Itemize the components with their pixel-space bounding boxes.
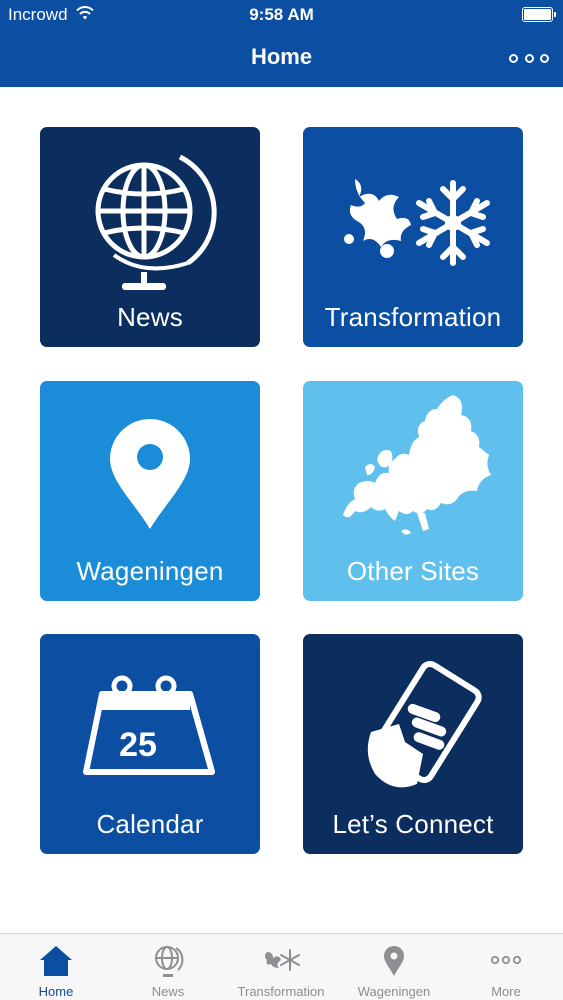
tab-more-label: More bbox=[491, 984, 521, 999]
europe-map-icon bbox=[343, 395, 491, 535]
phone-in-hand-icon bbox=[367, 660, 482, 788]
flourish-snowflake-icon bbox=[265, 949, 300, 971]
battery-icon bbox=[522, 7, 556, 22]
tile-other-sites[interactable]: Other Sites bbox=[303, 381, 523, 601]
map-pin-icon bbox=[384, 946, 404, 976]
tile-transformation-label: Transformation bbox=[324, 302, 502, 332]
tile-news[interactable]: News bbox=[40, 127, 260, 347]
nav-bar: Home bbox=[0, 30, 563, 87]
tab-transformation[interactable]: Transformation bbox=[225, 934, 337, 1000]
tile-wageningen-label: Wageningen bbox=[76, 556, 224, 586]
tile-calendar-label: Calendar bbox=[96, 809, 204, 839]
tile-other-sites-label: Other Sites bbox=[346, 556, 480, 586]
status-time: 9:58 AM bbox=[249, 5, 314, 24]
page-title: Home bbox=[250, 44, 313, 69]
globe-icon bbox=[155, 946, 184, 977]
tile-transformation[interactable]: Transformation bbox=[303, 127, 523, 347]
tile-news-label: News bbox=[117, 302, 183, 332]
calendar-icon: 25 bbox=[83, 675, 215, 775]
more-dots-icon bbox=[490, 955, 522, 965]
tile-calendar[interactable]: 25 Calendar bbox=[40, 634, 260, 854]
tile-lets-connect[interactable]: Let’s Connect bbox=[303, 634, 523, 854]
more-dots-icon bbox=[509, 53, 518, 63]
more-options-button[interactable] bbox=[509, 48, 549, 68]
tile-wageningen[interactable]: Wageningen bbox=[40, 381, 260, 601]
tab-news[interactable]: News bbox=[112, 934, 224, 1000]
map-pin-icon bbox=[110, 419, 190, 529]
tile-lets-connect-label: Let’s Connect bbox=[332, 809, 494, 839]
tab-home[interactable]: Home bbox=[0, 934, 112, 1000]
tab-more[interactable]: More bbox=[450, 934, 562, 1000]
tab-bar: Home News Transformation Wageningen More bbox=[0, 933, 563, 1000]
globe-icon bbox=[95, 154, 217, 290]
home-icon bbox=[40, 946, 72, 976]
status-bar: Incrowd 9:58 AM bbox=[0, 0, 563, 30]
flourish-snowflake-icon bbox=[344, 179, 490, 266]
calendar-day-number: 25 bbox=[119, 726, 157, 764]
tab-wageningen[interactable]: Wageningen bbox=[338, 934, 450, 1000]
